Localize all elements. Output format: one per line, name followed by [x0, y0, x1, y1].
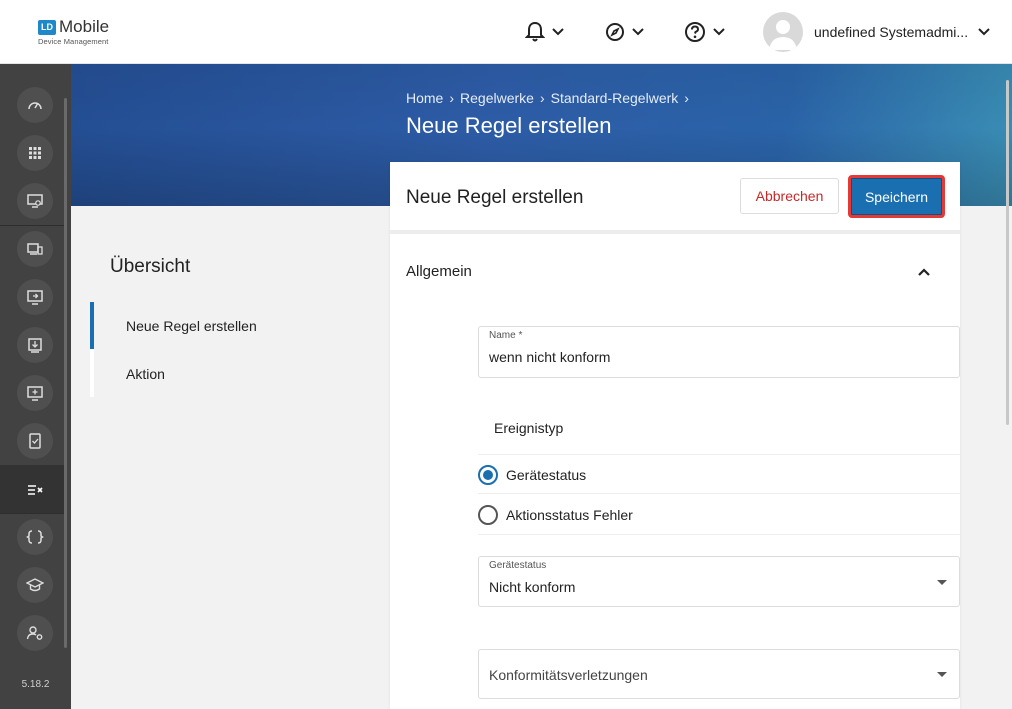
dashboard-icon [28, 102, 42, 110]
breadcrumb-standard-regelwerk[interactable]: Standard-Regelwerk [551, 90, 679, 106]
chevron-up-icon[interactable] [914, 262, 934, 282]
sidebar-item-dashboard[interactable] [17, 87, 53, 123]
radio-option-device-status[interactable]: Gerätestatus [478, 454, 960, 494]
logo-title: Mobile [59, 17, 110, 36]
card-title: Neue Regel erstellen [406, 187, 584, 208]
name-field[interactable]: Name * wenn nicht konform [478, 326, 960, 378]
chevron-right-icon: › [449, 90, 455, 106]
radio-label: Aktionsstatus Fehler [506, 507, 633, 523]
overview-item-aktion[interactable]: Aktion [126, 366, 165, 382]
radio-label: Gerätestatus [506, 467, 587, 483]
user-settings-icon [26, 626, 43, 640]
radio-button[interactable] [478, 505, 498, 525]
app-version: 5.18.2 [21, 679, 50, 690]
sidebar-item-add-device[interactable] [17, 375, 53, 411]
logo-subtitle: Device Management [38, 37, 109, 46]
chevron-down-icon[interactable] [977, 27, 991, 37]
sidebar-item-apps[interactable] [17, 135, 53, 171]
device-status-select-value: Nicht konform [489, 579, 576, 595]
sidebar-divider [0, 225, 66, 226]
chevron-down-icon [552, 28, 564, 36]
radio-button[interactable] [478, 465, 498, 485]
device-assign-icon [27, 290, 43, 305]
rule-form-card: Neue Regel erstellen Abbrechen Speichern… [390, 162, 960, 709]
sidebar-item-user-settings[interactable] [17, 615, 53, 651]
breadcrumb-regelwerke[interactable]: Regelwerke [460, 90, 534, 106]
sidebar-item-device-assign[interactable] [17, 279, 53, 315]
dropdown-arrow-icon [937, 580, 947, 585]
save-button[interactable]: Speichern [848, 175, 945, 218]
sidebar-item-download[interactable] [17, 327, 53, 363]
event-type-label: Ereignistyp [494, 420, 564, 436]
chevron-right-icon: › [684, 90, 689, 106]
section-title-general: Allgemein [406, 263, 472, 280]
help-icon [685, 22, 705, 42]
overview-title: Übersicht [110, 256, 191, 277]
user-avatar-icon [769, 20, 797, 50]
sidebar-item-education[interactable] [17, 567, 53, 603]
radio-option-action-error[interactable]: Aktionsstatus Fehler [478, 495, 960, 535]
breadcrumb: Home › Regelwerke › Standard-Regelwerk › [406, 90, 689, 106]
dropdown-arrow-icon [937, 672, 947, 677]
top-bar: LD Mobile Device Management undefined Sy… [0, 0, 1012, 64]
page-scrollbar[interactable] [1006, 80, 1009, 425]
device-status-select-label: Gerätestatus [489, 560, 547, 571]
help-menu[interactable] [684, 20, 726, 44]
avatar[interactable] [763, 12, 803, 52]
code-braces-icon [26, 530, 44, 544]
sidebar-scrollbar[interactable] [64, 98, 67, 648]
logo-mark: LD [38, 20, 56, 35]
sidebar: 5.18.2 [0, 64, 71, 709]
overview-nav-active-indicator [90, 302, 94, 349]
download-device-icon [28, 338, 42, 353]
notifications-menu[interactable] [525, 20, 565, 44]
chevron-down-icon [713, 28, 725, 36]
user-name[interactable]: undefined Systemadmi... [814, 24, 968, 40]
name-field-value: wenn nicht konform [489, 349, 611, 365]
explore-menu[interactable] [605, 20, 645, 44]
sidebar-item-rules[interactable] [17, 471, 53, 507]
sidebar-item-devices[interactable] [17, 231, 53, 267]
devices-icon [27, 243, 43, 255]
apps-grid-icon [29, 147, 41, 159]
compliance-device-icon [29, 433, 41, 449]
sidebar-item-scripts[interactable] [17, 519, 53, 555]
bell-icon [525, 21, 545, 42]
chevron-right-icon: › [539, 90, 545, 106]
cancel-button[interactable]: Abbrechen [740, 178, 839, 214]
name-field-label: Name * [489, 330, 523, 341]
page-title: Neue Regel erstellen [406, 113, 612, 138]
device-settings-icon [27, 194, 43, 208]
sidebar-item-compliance[interactable] [17, 423, 53, 459]
overview-item-neue-regel[interactable]: Neue Regel erstellen [126, 318, 257, 334]
sidebar-item-device-settings[interactable] [17, 183, 53, 219]
device-status-select[interactable]: Gerätestatus Nicht konform [478, 556, 960, 607]
rules-icon [28, 485, 43, 495]
compliance-violations-placeholder: Konformitätsverletzungen [489, 667, 648, 683]
education-icon [26, 578, 44, 592]
breadcrumb-home[interactable]: Home [406, 90, 443, 106]
compliance-violations-select[interactable]: Konformitätsverletzungen [478, 649, 960, 699]
chevron-down-icon [632, 28, 644, 36]
card-header: Neue Regel erstellen Abbrechen Speichern [390, 162, 960, 234]
sidebar-divider [0, 513, 66, 514]
compass-icon [606, 23, 624, 41]
add-device-icon [27, 386, 43, 401]
